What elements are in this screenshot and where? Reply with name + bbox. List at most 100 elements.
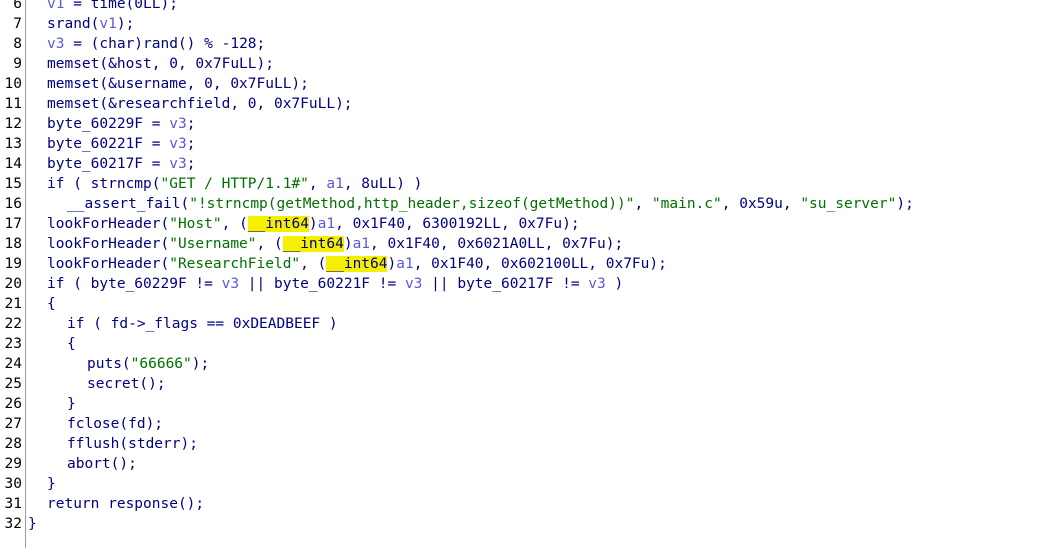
code-token[interactable]: lookForHeader( [47, 256, 169, 272]
variable-token[interactable]: v3 [222, 276, 239, 292]
code-token[interactable]: } [67, 396, 76, 412]
variable-token[interactable]: v1 [47, 0, 64, 12]
code-token[interactable]: , ( [222, 216, 248, 232]
code-token[interactable]: ); [192, 356, 209, 372]
variable-token[interactable]: v3 [405, 276, 422, 292]
code-line[interactable]: 6 v1 = time(0LL); [0, 0, 1061, 14]
code-token[interactable]: byte_60217F = [47, 156, 169, 172]
code-line[interactable]: 16 __assert_fail("!strncmp(getMethod,http… [0, 194, 1061, 214]
code-token[interactable]: abort(); [67, 456, 137, 472]
highlighted-token[interactable]: __int64 [282, 236, 344, 252]
code-token[interactable]: , [634, 196, 651, 212]
string-token[interactable]: "Username" [169, 236, 256, 252]
pseudocode-view[interactable]: 6 v1 = time(0LL); 7 srand(v1); 8 v3 = (char)r… [0, 0, 1061, 548]
code-token[interactable]: memset(&username, 0, 0x7FuLL); [47, 76, 309, 92]
code-line[interactable]: 14 byte_60217F = v3; [0, 154, 1061, 174]
code-token[interactable]: , 8uLL) ) [344, 176, 423, 192]
variable-token[interactable]: v1 [99, 16, 116, 32]
code-line[interactable]: 9 memset(&host, 0, 0x7FuLL); [0, 54, 1061, 74]
variable-token[interactable]: a1 [353, 236, 370, 252]
code-token[interactable]: } [47, 476, 56, 492]
highlighted-token[interactable]: __int64 [247, 216, 309, 232]
code-token[interactable]: = time(0LL); [64, 0, 178, 12]
code-token[interactable]: ; [187, 136, 196, 152]
code-token[interactable]: if ( byte_60229F != [47, 276, 222, 292]
code-line[interactable]: 15 if ( strncmp("GET / HTTP/1.1#", a1, 8u… [0, 174, 1061, 194]
code-token[interactable]: ); [896, 196, 913, 212]
code-line[interactable]: 19 lookForHeader("ResearchField", (__int6… [0, 254, 1061, 274]
code-line[interactable]: 26} [0, 394, 1061, 414]
code-line[interactable]: 8 v3 = (char)rand() % -128; [0, 34, 1061, 54]
code-line[interactable]: 20 if ( byte_60229F != v3 || byte_60221F … [0, 274, 1061, 294]
code-token[interactable]: return response(); [47, 496, 204, 512]
code-line[interactable]: 28 fflush(stderr); [0, 434, 1061, 454]
code-line[interactable]: 17 lookForHeader("Host", (__int64)a1, 0x1… [0, 214, 1061, 234]
code-line[interactable]: 10 memset(&username, 0, 0x7FuLL); [0, 74, 1061, 94]
code-token[interactable]: if ( fd->_flags == 0xDEADBEEF ) [67, 316, 338, 332]
code-token[interactable]: || byte_60221F != [239, 276, 405, 292]
code-line[interactable]: 23 { [0, 334, 1061, 354]
code-token[interactable]: || byte_60217F != [422, 276, 588, 292]
code-token[interactable]: , 0x1F40, 6300192LL, 0x7Fu); [335, 216, 579, 232]
code-token[interactable]: puts( [87, 356, 131, 372]
string-token[interactable]: "!strncmp(getMethod,http_header,sizeof(g… [189, 196, 634, 212]
string-token[interactable]: "su_server" [800, 196, 896, 212]
code-token[interactable]: ) [387, 256, 396, 272]
code-token[interactable]: __assert_fail( [67, 196, 189, 212]
variable-token[interactable]: a1 [318, 216, 335, 232]
code-token[interactable]: srand( [47, 16, 99, 32]
code-token[interactable]: ; [187, 116, 196, 132]
code-token[interactable]: , [309, 176, 326, 192]
code-line[interactable]: 29 abort(); [0, 454, 1061, 474]
code-token[interactable]: byte_60221F = [47, 136, 169, 152]
code-token[interactable]: byte_60229F = [47, 116, 169, 132]
code-line[interactable]: 22 if ( fd->_flags == 0xDEADBEEF ) [0, 314, 1061, 334]
string-token[interactable]: "GET / HTTP/1.1#" [161, 176, 309, 192]
string-token[interactable]: "ResearchField" [169, 256, 300, 272]
variable-token[interactable]: v3 [169, 116, 186, 132]
code-token[interactable]: , 0x1F40, 0x602100LL, 0x7Fu); [414, 256, 667, 272]
code-token[interactable]: fclose(fd); [67, 416, 163, 432]
variable-token[interactable]: v3 [169, 136, 186, 152]
code-token[interactable]: } [28, 516, 37, 532]
code-token[interactable]: ); [117, 16, 134, 32]
code-token[interactable]: if ( strncmp( [47, 176, 161, 192]
code-token[interactable]: ) [606, 276, 623, 292]
code-token[interactable]: , ( [300, 256, 326, 272]
code-token[interactable]: secret(); [87, 376, 166, 392]
code-line[interactable]: 27 fclose(fd); [0, 414, 1061, 434]
code-token[interactable]: { [47, 296, 56, 312]
string-token[interactable]: "66666" [131, 356, 192, 372]
code-line[interactable]: 31 return response(); [0, 494, 1061, 514]
code-line[interactable]: 11 memset(&researchfield, 0, 0x7FuLL); [0, 94, 1061, 114]
code-line[interactable]: 32} [0, 514, 1061, 534]
code-token[interactable]: , ( [257, 236, 283, 252]
code-line[interactable]: 13 byte_60221F = v3; [0, 134, 1061, 154]
variable-token[interactable]: v3 [47, 36, 64, 52]
code-token[interactable]: memset(&researchfield, 0, 0x7FuLL); [47, 96, 353, 112]
string-token[interactable]: "Host" [169, 216, 221, 232]
code-token[interactable]: , 0x59u, [722, 196, 801, 212]
code-line[interactable]: 30} [0, 474, 1061, 494]
code-token[interactable]: fflush(stderr); [67, 436, 198, 452]
code-line[interactable]: 24 puts("66666"); [0, 354, 1061, 374]
code-line[interactable]: 18 lookForHeader("Username", (__int64)a1,… [0, 234, 1061, 254]
variable-token[interactable]: v3 [588, 276, 605, 292]
code-token[interactable]: lookForHeader( [47, 216, 169, 232]
code-token[interactable]: ) [309, 216, 318, 232]
code-token[interactable]: , 0x1F40, 0x6021A0LL, 0x7Fu); [370, 236, 623, 252]
code-token[interactable]: ; [187, 156, 196, 172]
string-token[interactable]: "main.c" [652, 196, 722, 212]
code-line[interactable]: 7 srand(v1); [0, 14, 1061, 34]
variable-token[interactable]: v3 [169, 156, 186, 172]
code-token[interactable]: lookForHeader( [47, 236, 169, 252]
code-token[interactable]: { [67, 336, 76, 352]
code-token[interactable]: memset(&host, 0, 0x7FuLL); [47, 56, 274, 72]
code-token[interactable]: ) [344, 236, 353, 252]
code-token[interactable]: = (char)rand() % -128; [64, 36, 265, 52]
variable-token[interactable]: a1 [326, 176, 343, 192]
code-line[interactable]: 12 byte_60229F = v3; [0, 114, 1061, 134]
variable-token[interactable]: a1 [396, 256, 413, 272]
highlighted-token[interactable]: __int64 [326, 256, 388, 272]
code-line[interactable]: 21 { [0, 294, 1061, 314]
